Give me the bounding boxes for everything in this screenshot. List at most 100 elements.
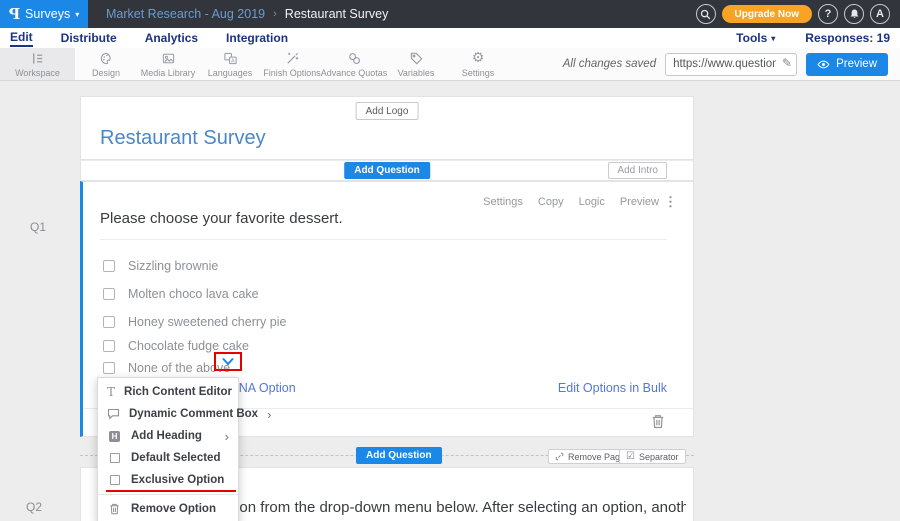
search-icon [700, 9, 711, 20]
option-label[interactable]: Molten choco lava cake [128, 287, 259, 301]
add-logo-button[interactable]: Add Logo [356, 102, 419, 120]
surveys-menu-label: Surveys [25, 7, 70, 21]
question-2-label: Q2 [26, 500, 42, 514]
tab-analytics[interactable]: Analytics [145, 31, 198, 46]
question-text[interactable]: Please choose your favorite dessert. [100, 210, 343, 227]
add-question-button[interactable]: Add Question [344, 162, 430, 179]
toolbar-finish-options[interactable]: Finish Options [261, 48, 323, 80]
submenu-chevron-icon: › [225, 430, 229, 443]
checked-box-icon: ☑ [626, 451, 635, 462]
breadcrumb-separator: › [273, 8, 277, 20]
tab-distribute[interactable]: Distribute [61, 31, 117, 46]
preview-button[interactable]: Preview [806, 53, 888, 76]
tools-menu[interactable]: Tools▾ [736, 31, 775, 45]
answer-option-row: None of the above [103, 361, 230, 375]
toolbar-advance-quotas[interactable]: Advance Quotas [323, 48, 385, 80]
toolbar-workspace[interactable]: Workspace [0, 48, 75, 80]
tab-edit[interactable]: Edit [10, 30, 33, 47]
links-icon [347, 51, 362, 66]
option-checkbox[interactable] [103, 316, 115, 328]
main-nav: Edit Distribute Analytics Integration To… [0, 28, 900, 48]
option-context-menu: T Rich Content Editor Dynamic Comment Bo… [97, 377, 239, 521]
question-preview-link[interactable]: Preview [620, 196, 659, 208]
checkbox-icon [110, 475, 120, 485]
nav-right: Tools▾ Responses: 19 [736, 31, 890, 45]
annotation-red-box [214, 352, 242, 371]
menu-item-default-selected[interactable]: Default Selected [98, 447, 238, 469]
question-copy-link[interactable]: Copy [538, 196, 564, 208]
toolbar-languages[interactable]: A Languages [199, 48, 261, 80]
survey-url-input[interactable] [665, 53, 797, 76]
option-label[interactable]: Sizzling brownie [128, 259, 218, 273]
toolbar-media-library[interactable]: Media Library [137, 48, 199, 80]
menu-item-remove-option[interactable]: Remove Option [98, 498, 238, 520]
gear-icon: ⚙ [472, 51, 485, 66]
edit-url-icon[interactable]: ✎ [782, 56, 792, 70]
breadcrumb-survey-name: Restaurant Survey [285, 7, 389, 21]
rich-text-icon: T [107, 385, 115, 399]
toolbar-design[interactable]: Design [75, 48, 137, 80]
add-intro-button[interactable]: Add Intro [608, 162, 667, 179]
question-mark-icon: ? [825, 8, 832, 20]
add-question-button-bottom[interactable]: Add Question [356, 447, 442, 464]
question-1-label: Q1 [30, 220, 46, 234]
edit-options-in-bulk-link[interactable]: Edit Options in Bulk [558, 381, 667, 395]
question-actions: Settings Copy Logic Preview [483, 196, 659, 208]
delete-question-button[interactable] [651, 414, 665, 434]
trash-icon [107, 503, 122, 515]
save-status: All changes saved [563, 58, 656, 70]
unlink-icon [555, 452, 564, 461]
menu-divider [98, 494, 238, 495]
heading-icon: H [109, 431, 120, 442]
toolbar-settings[interactable]: ⚙ Settings [447, 48, 509, 80]
image-icon [161, 51, 176, 66]
checkbox-icon [110, 453, 120, 463]
breadcrumb-workspace-link[interactable]: Market Research - Aug 2019 [106, 7, 265, 21]
menu-item-exclusive-option[interactable]: Exclusive Option [98, 469, 238, 491]
topbar-actions: Upgrade Now ? A [696, 4, 900, 24]
trash-icon [651, 414, 665, 429]
answer-option-row: Honey sweetened cherry pie [103, 315, 286, 329]
menu-item-dynamic-comment-box[interactable]: Dynamic Comment Box › [98, 403, 238, 425]
survey-header-card: Add Logo Restaurant Survey [80, 96, 694, 160]
survey-title[interactable]: Restaurant Survey [100, 127, 266, 150]
palette-icon [99, 51, 114, 66]
help-button[interactable]: ? [818, 4, 838, 24]
breadcrumb: Market Research - Aug 2019 › Restaurant … [106, 7, 388, 21]
separator-button[interactable]: ☑ Separator [619, 449, 686, 464]
avatar-button[interactable]: A [870, 4, 890, 24]
question-logic-link[interactable]: Logic [579, 196, 605, 208]
survey-url-wrap: ✎ [665, 53, 797, 76]
submenu-chevron-icon: › [267, 408, 271, 421]
more-options-icon[interactable]: ⋮ [664, 194, 677, 210]
question-settings-link[interactable]: Settings [483, 196, 523, 208]
option-checkbox[interactable] [103, 340, 115, 352]
questionpro-survey-editor: P Surveys ▾ Market Research - Aug 2019 ›… [0, 0, 900, 521]
caret-down-icon: ▾ [75, 10, 79, 19]
option-checkbox[interactable] [103, 288, 115, 300]
option-label[interactable]: Honey sweetened cherry pie [128, 315, 286, 329]
toolbar-right: All changes saved ✎ Preview [563, 48, 900, 80]
option-menu-chevron-icon[interactable] [221, 357, 235, 366]
answer-option-row: Chocolate fudge cake [103, 339, 249, 353]
option-checkbox[interactable] [103, 260, 115, 272]
translate-icon: A [223, 51, 238, 66]
toolbar-variables[interactable]: Variables [385, 48, 447, 80]
option-label[interactable]: Chocolate fudge cake [128, 339, 249, 353]
notifications-button[interactable] [844, 4, 864, 24]
svg-text:A: A [231, 58, 235, 64]
option-checkbox[interactable] [103, 362, 115, 374]
avatar-initial: A [876, 8, 884, 20]
answer-option-row: Sizzling brownie [103, 259, 218, 273]
upgrade-now-button[interactable]: Upgrade Now [722, 5, 812, 23]
eye-icon [817, 60, 830, 69]
responses-link[interactable]: Responses: 19 [805, 31, 890, 45]
menu-item-rich-content-editor[interactable]: T Rich Content Editor [98, 381, 238, 403]
menu-item-add-heading[interactable]: H Add Heading › [98, 425, 238, 447]
comment-icon [107, 408, 120, 420]
surveys-product-menu[interactable]: P Surveys ▾ [0, 0, 88, 28]
editor-toolbar: Workspace Design Media Library A Languag… [0, 48, 900, 81]
search-button[interactable] [696, 4, 716, 24]
tab-integration[interactable]: Integration [226, 31, 288, 46]
tag-icon [409, 51, 424, 66]
